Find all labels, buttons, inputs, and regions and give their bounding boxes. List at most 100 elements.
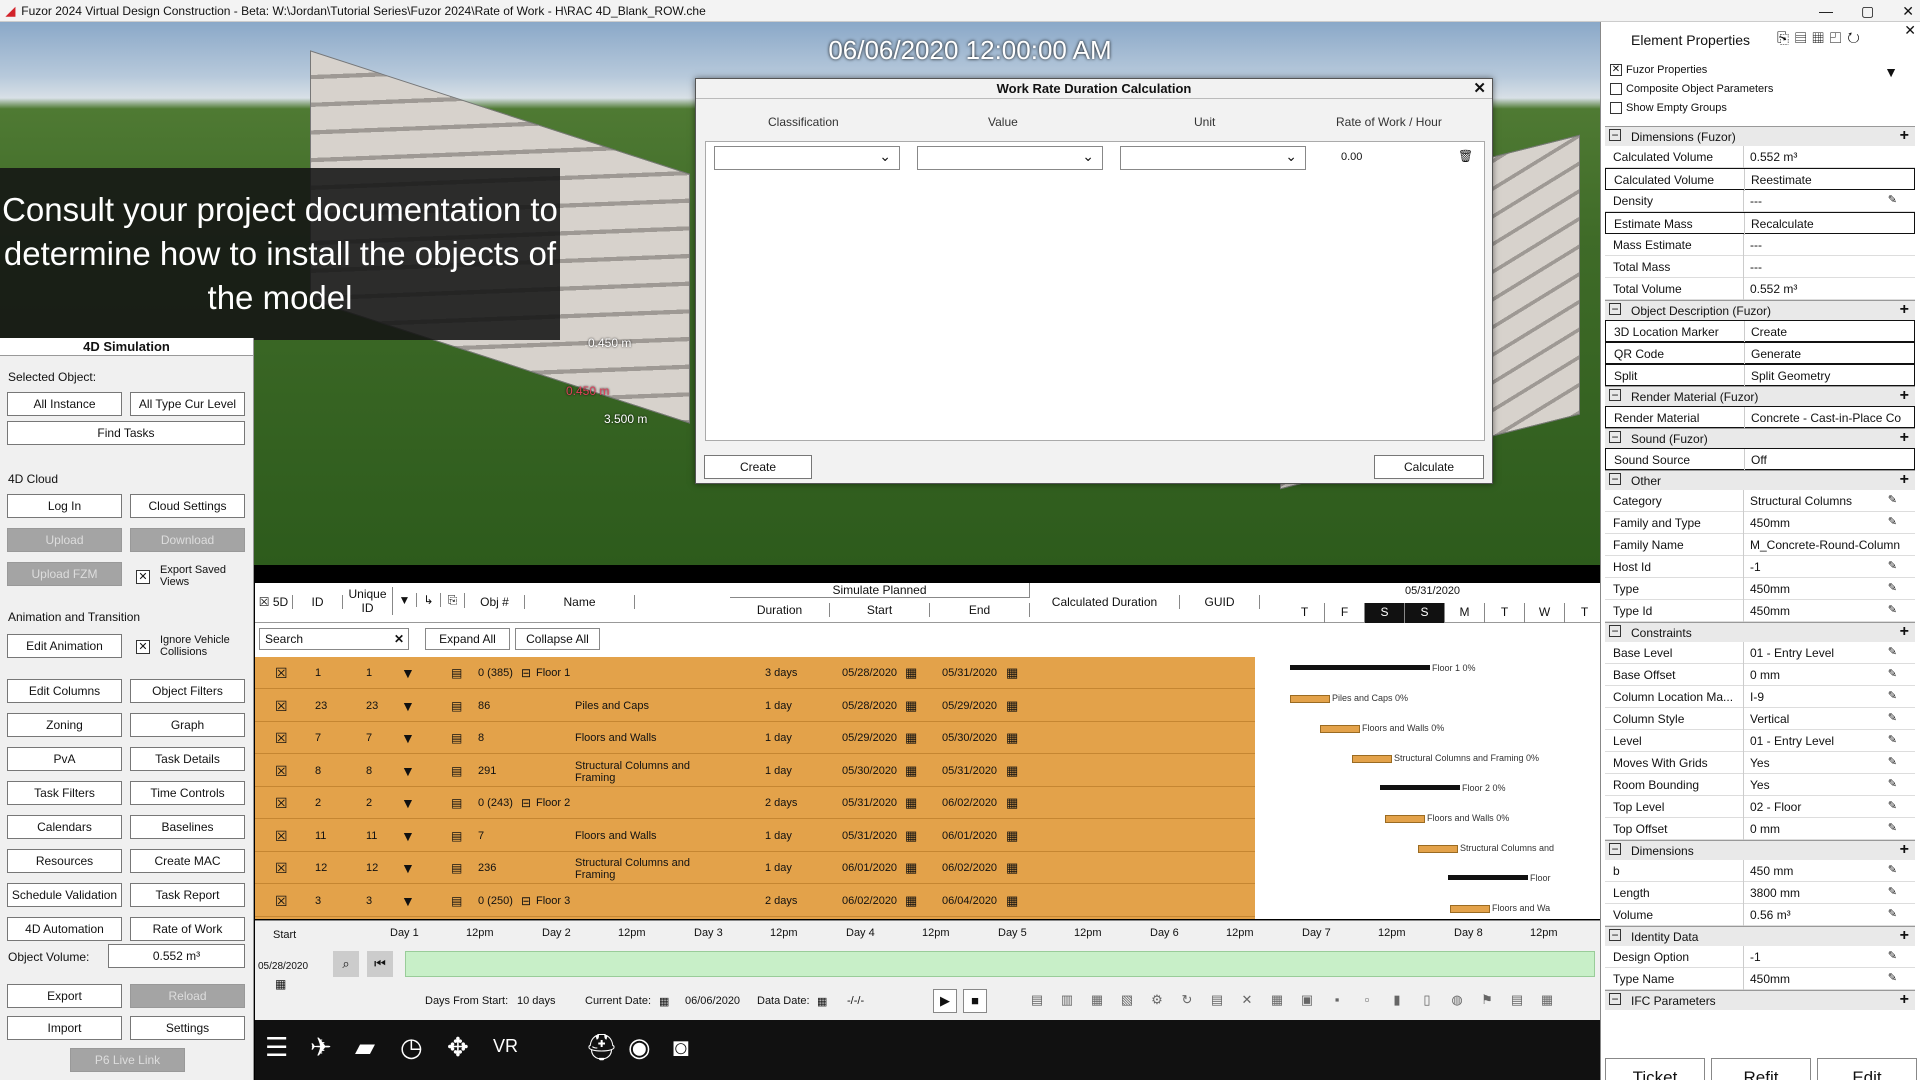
add-icon[interactable]: + <box>1900 429 1909 447</box>
eye-icon[interactable]: ◉ <box>628 1032 651 1063</box>
upload-button[interactable]: Upload <box>7 528 122 552</box>
pencil-icon[interactable]: ✎ <box>1888 971 1897 984</box>
4d-automation-button[interactable]: 4D Automation <box>7 917 122 941</box>
calendar-icon[interactable]: ▦ <box>905 820 917 852</box>
property-category[interactable]: − Render Material (Fuzor) + <box>1605 386 1915 406</box>
rate-of-work-button[interactable]: Rate of Work <box>130 917 245 941</box>
create-mac-button[interactable]: Create MAC <box>130 849 245 873</box>
resources-button[interactable]: Resources <box>7 849 122 873</box>
property-value[interactable]: Off <box>1751 453 1901 467</box>
collapse-icon[interactable]: ⊟ <box>521 657 531 689</box>
gantt-bar[interactable] <box>1448 875 1528 880</box>
property-row[interactable]: Calculated Volume 0.552 m³ <box>1605 146 1915 168</box>
drone-icon[interactable]: ✈ <box>310 1032 332 1063</box>
property-row[interactable]: Design Option -1 ✎ <box>1605 946 1915 968</box>
property-row[interactable]: Split Split Geometry <box>1605 364 1915 387</box>
timeline-tool-icon[interactable]: ▤ <box>1205 989 1229 1013</box>
header-calculated-duration[interactable]: Calculated Duration <box>1030 595 1180 609</box>
property-row[interactable]: Total Mass --- <box>1605 256 1915 278</box>
calendar-icon[interactable]: ▦ <box>1006 852 1018 884</box>
timeline-tool-icon[interactable]: ▤ <box>1505 989 1529 1013</box>
search-input[interactable]: Search ✕ <box>259 628 409 650</box>
property-row[interactable]: Category Structural Columns ✎ <box>1605 490 1915 512</box>
property-row[interactable]: Room Bounding Yes ✎ <box>1605 774 1915 796</box>
task-report-button[interactable]: Task Report <box>130 883 245 907</box>
filter-icon[interactable]: ▼ <box>401 852 415 884</box>
pencil-icon[interactable]: ✎ <box>1888 711 1897 724</box>
helmet-icon[interactable]: ⛑ <box>585 1032 618 1063</box>
property-category[interactable]: − Sound (Fuzor) + <box>1605 428 1915 448</box>
timeline-slider[interactable] <box>405 951 1595 977</box>
reload-button[interactable]: Reload <box>130 984 245 1008</box>
header-guid[interactable]: GUID <box>1180 595 1260 609</box>
property-row[interactable]: Base Offset 0 mm ✎ <box>1605 664 1915 686</box>
property-row[interactable]: QR Code Generate <box>1605 342 1915 365</box>
calendars-button[interactable]: Calendars <box>7 815 122 839</box>
calendar-icon[interactable]: ▦ <box>659 995 669 1008</box>
pencil-icon[interactable]: ✎ <box>1888 689 1897 702</box>
edit-columns-button[interactable]: Edit Columns <box>7 679 122 703</box>
close-window-button[interactable]: ✕ <box>1902 0 1914 22</box>
calendar-icon[interactable]: ▦ <box>275 977 286 991</box>
add-icon[interactable]: + <box>1900 927 1909 945</box>
property-row[interactable]: Mass Estimate --- <box>1605 234 1915 256</box>
collapse-icon[interactable]: ⊟ <box>521 885 531 917</box>
settings-button[interactable]: Settings <box>130 1016 245 1040</box>
gantt-bar[interactable] <box>1290 665 1430 670</box>
property-category[interactable]: − Object Description (Fuzor) + <box>1605 300 1915 320</box>
add-icon[interactable]: + <box>1900 471 1909 489</box>
cloud-settings-button[interactable]: Cloud Settings <box>130 494 245 518</box>
close-panel-icon[interactable]: ✕ <box>1904 22 1916 39</box>
property-row[interactable]: Length 3800 mm ✎ <box>1605 882 1915 904</box>
collapse-icon[interactable]: ⊟ <box>521 787 531 819</box>
timeline-tool-icon[interactable]: ▣ <box>1295 989 1319 1013</box>
property-row[interactable]: Sound Source Off <box>1605 448 1915 471</box>
property-row[interactable]: Host Id -1 ✎ <box>1605 556 1915 578</box>
property-row[interactable]: Base Level 01 - Entry Level ✎ <box>1605 642 1915 664</box>
refit-button[interactable]: Refit <box>1711 1058 1811 1080</box>
property-row[interactable]: 3D Location Marker Create <box>1605 320 1915 343</box>
collapse-icon[interactable]: − <box>1609 431 1621 443</box>
minimize-button[interactable]: — <box>1819 0 1833 22</box>
composite-checkbox[interactable] <box>1610 83 1622 95</box>
calendar-icon[interactable]: ▦ <box>905 722 917 754</box>
property-value[interactable]: Split Geometry <box>1751 369 1901 383</box>
timeline-tool-icon[interactable]: ◍ <box>1445 989 1469 1013</box>
document-icon[interactable]: ▤ <box>451 852 462 884</box>
header-end[interactable]: End <box>930 603 1030 617</box>
clear-search-icon[interactable]: ✕ <box>394 632 404 646</box>
filter-icon[interactable]: ▼ <box>401 657 415 689</box>
document-icon[interactable]: ▤ <box>451 885 462 917</box>
arrow-icon[interactable]: ↳ <box>417 593 441 607</box>
task-filters-button[interactable]: Task Filters <box>7 781 122 805</box>
gantt-bar[interactable] <box>1450 905 1490 913</box>
table-row[interactable]: ☒ 23 23 ▼ ▤ 86 Piles and Caps 1 day 05/28/2020 ▦ 0… <box>255 690 1255 722</box>
timeline-tool-icon[interactable]: ▥ <box>1055 989 1079 1013</box>
schedule-validation-button[interactable]: Schedule Validation <box>7 883 122 907</box>
clock-icon[interactable]: ◷ <box>400 1032 423 1063</box>
table-row[interactable]: ☒ 12 12 ▼ ▤ 236 Structural Columns and Framing… <box>255 852 1255 884</box>
object-filters-button[interactable]: Object Filters <box>130 679 245 703</box>
property-row[interactable]: Column Style Vertical ✎ <box>1605 708 1915 730</box>
unit-select[interactable] <box>1120 146 1306 170</box>
calendar-icon[interactable]: ▦ <box>1006 787 1018 819</box>
edit-animation-button[interactable]: Edit Animation <box>7 634 122 658</box>
baselines-button[interactable]: Baselines <box>130 815 245 839</box>
calendar-icon[interactable]: ▦ <box>905 755 917 787</box>
header-5d[interactable]: ☒ 5D <box>255 595 293 609</box>
all-instance-button[interactable]: All Instance <box>7 392 122 416</box>
table-row[interactable]: ☒ 3 3 ▼ ▤ 0 (250) ⊟ Floor 3 2 days 06/02/2020 ▦ 06/… <box>255 885 1255 917</box>
pencil-icon[interactable]: ✎ <box>1888 515 1897 528</box>
timeline-tool-icon[interactable]: ✕ <box>1235 989 1259 1013</box>
calendar-icon[interactable]: ▦ <box>905 787 917 819</box>
add-icon[interactable]: + <box>1900 841 1909 859</box>
fuzor-properties-checkbox[interactable]: ✕ <box>1610 64 1622 76</box>
gantt-bar[interactable] <box>1352 755 1392 763</box>
property-row[interactable]: Estimate Mass Recalculate <box>1605 212 1915 235</box>
table-row[interactable]: ☒ 8 8 ▼ ▤ 291 Structural Columns and Framing 1 … <box>255 755 1255 787</box>
import-button[interactable]: Import <box>7 1016 122 1040</box>
timeline-tool-icon[interactable]: ▦ <box>1535 989 1559 1013</box>
add-icon[interactable]: + <box>1900 301 1909 319</box>
header-obj[interactable]: Obj # <box>465 595 525 609</box>
object-volume-field[interactable]: 0.552 m³ <box>108 944 245 968</box>
